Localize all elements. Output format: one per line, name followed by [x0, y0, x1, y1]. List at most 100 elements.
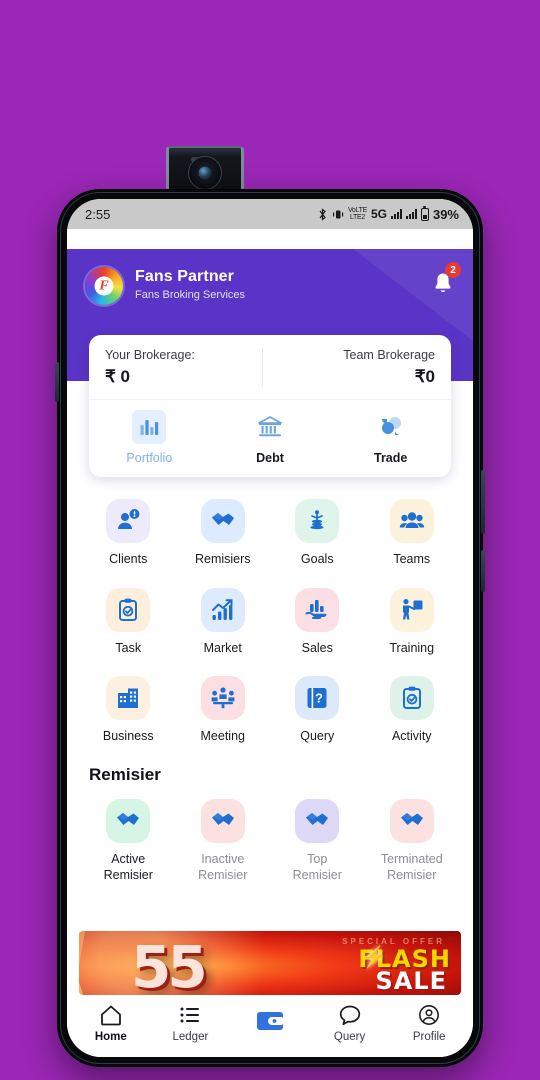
profile-icon: [419, 1005, 440, 1025]
nav-item-profile[interactable]: Profile: [389, 1004, 469, 1043]
menu-item-label: Training: [389, 640, 435, 655]
battery-icon: [420, 205, 429, 221]
left-side-button[interactable]: [55, 362, 59, 402]
section-title-remisier: Remisier: [67, 750, 473, 787]
signal-icon: [405, 209, 417, 219]
notification-button[interactable]: 2: [431, 262, 461, 297]
promo-banner[interactable]: 55 SPECIAL OFFER FLASH ⚡ SALE: [79, 931, 461, 995]
banner-sale-text: SALE: [375, 967, 447, 995]
building-icon: [106, 676, 151, 721]
remisier-label-line2: Remisier: [292, 867, 342, 882]
menu-item-label: Activity: [391, 729, 432, 744]
team-brokerage-block: Team Brokerage ₹0: [261, 348, 435, 387]
svg-text:?: ?: [315, 691, 323, 706]
menu-item-label: Sales: [301, 640, 333, 655]
remisier-label-line2: Remisier: [387, 867, 437, 882]
nav-item-home[interactable]: Home: [71, 1004, 151, 1043]
remisier-label-line1: Terminated: [380, 851, 443, 866]
team-brokerage-value: ₹0: [414, 367, 435, 386]
menu-item-business[interactable]: Business: [81, 668, 176, 751]
vibrate-icon: [332, 210, 344, 218]
menu-item-teams[interactable]: Teams: [365, 491, 460, 574]
menu-item-label: Market: [203, 640, 242, 655]
goal-coins-icon: [295, 499, 340, 543]
remisier-grid: Active Remisier Inactive Remisier Top Re…: [67, 786, 473, 890]
team-brokerage-label: Team Brokerage: [343, 348, 435, 362]
tab-portfolio[interactable]: Portfolio: [89, 410, 210, 465]
remisier-item-active[interactable]: Active Remisier: [81, 791, 176, 889]
segment-tabs: Portfolio Debt Trade: [89, 399, 451, 477]
popup-camera-module: [166, 146, 244, 196]
menu-grid: Clients Remisiers Goals Teams Task Marke…: [67, 477, 473, 751]
nav-item-label: Ledger: [172, 1031, 209, 1043]
nav-item-ledger[interactable]: Ledger: [151, 1004, 231, 1043]
handshake-icon: [200, 798, 245, 843]
battery-percent: 39%: [432, 206, 459, 222]
camera-lens: [198, 166, 212, 180]
remisier-label-line2: Remisier: [198, 867, 248, 882]
menu-item-label: Task: [115, 640, 142, 655]
menu-item-label: Query: [300, 729, 335, 744]
nav-item-label: Profile: [412, 1031, 446, 1043]
bubbles-icon: [374, 410, 408, 444]
handshake-icon: [200, 499, 245, 543]
status-bar: 2:55 VoLTE LTE2 5G 39%: [67, 199, 473, 229]
menu-item-label: Business: [102, 729, 154, 744]
meeting-icon: [200, 676, 245, 721]
remisier-item-top[interactable]: Top Remisier: [270, 791, 365, 889]
training-icon: [389, 587, 434, 632]
group-icon: [389, 499, 434, 543]
volume-button[interactable]: [481, 470, 485, 534]
phone-screen: 2:55 VoLTE LTE2 5G 39% F Fans Partner Fa…: [67, 199, 473, 1057]
app-header: Fans Partner Fans Broking Services 2: [67, 249, 473, 341]
tab-trade[interactable]: Trade: [330, 410, 451, 465]
nav-item-label: Query: [333, 1031, 366, 1043]
clipboard-check-icon: [106, 587, 151, 632]
menu-item-goals[interactable]: Goals: [270, 491, 365, 574]
brokerage-values-row: Your Brokerage: ₹ 0 Team Brokerage ₹0: [89, 335, 451, 399]
remisier-label-line1: Inactive: [201, 851, 245, 866]
remisier-label-line1: Top: [307, 851, 328, 866]
user-alert-icon: [106, 499, 151, 543]
handshake-icon: [295, 798, 340, 843]
nav-item-wallet[interactable]: [230, 1009, 310, 1038]
handshake-icon: [389, 798, 434, 843]
home-icon: [100, 1005, 121, 1026]
content-spacer: [67, 889, 473, 917]
menu-item-market[interactable]: Market: [176, 580, 271, 663]
menu-item-activity[interactable]: Activity: [365, 668, 460, 751]
nav-item-query[interactable]: Query: [310, 1004, 390, 1043]
menu-item-label: Remisiers: [194, 552, 251, 566]
menu-item-training[interactable]: Training: [365, 580, 460, 663]
tab-debt[interactable]: Debt: [210, 410, 331, 465]
brokerage-card: Your Brokerage: ₹ 0 Team Brokerage ₹0 Po…: [89, 335, 451, 477]
power-button[interactable]: [481, 550, 485, 592]
bank-icon: [253, 410, 287, 444]
menu-item-remisiers[interactable]: Remisiers: [176, 491, 271, 574]
status-icons: VoLTE LTE2 5G 39%: [317, 205, 459, 222]
brokerage-card-area: Your Brokerage: ₹ 0 Team Brokerage ₹0 Po…: [67, 335, 473, 477]
tab-debt-label: Debt: [256, 451, 284, 465]
wallet-icon: [256, 1012, 283, 1030]
menu-item-label: Clients: [109, 552, 148, 566]
question-book-icon: ?: [295, 676, 340, 721]
phone-device-frame: 2:55 VoLTE LTE2 5G 39% F Fans Partner Fa…: [55, 190, 485, 1066]
remisier-item-terminated[interactable]: Terminated Remisier: [365, 791, 460, 889]
your-brokerage-label: Your Brokerage:: [105, 348, 195, 362]
menu-item-meeting[interactable]: Meeting: [176, 668, 271, 751]
volte-icon: VoLTE LTE2: [347, 207, 367, 221]
app-logo: [85, 267, 123, 305]
bluetooth-icon: [319, 207, 326, 221]
app-title: Fans Partner: [135, 268, 235, 285]
chat-icon: [339, 1005, 360, 1026]
menu-item-task[interactable]: Task: [81, 580, 176, 663]
nav-item-label: Home: [94, 1031, 127, 1043]
menu-item-query[interactable]: ? Query: [270, 668, 365, 751]
tab-portfolio-label: Portfolio: [126, 451, 173, 465]
trend-chart-icon: [200, 587, 245, 632]
remisier-label-line2: Remisier: [103, 867, 153, 882]
menu-item-sales[interactable]: Sales: [270, 580, 365, 663]
banner-number: 55: [131, 933, 208, 995]
menu-item-clients[interactable]: Clients: [81, 491, 176, 574]
remisier-item-inactive[interactable]: Inactive Remisier: [176, 791, 271, 889]
